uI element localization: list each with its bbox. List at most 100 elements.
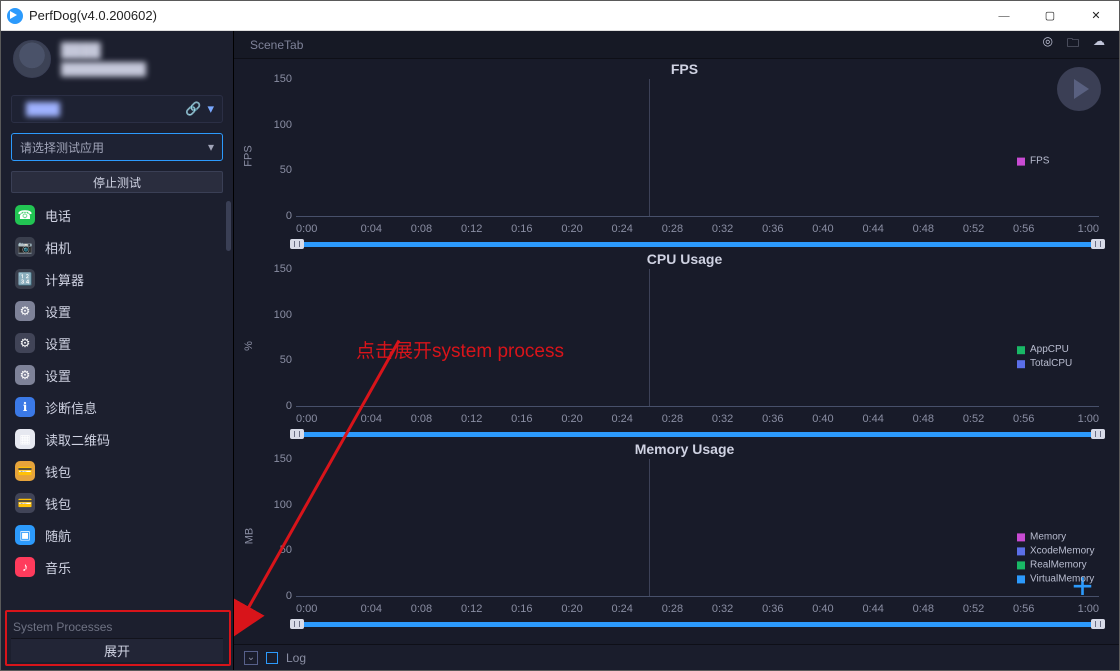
time-range-slider[interactable] [296,619,1099,629]
app-item[interactable]: 💳钱包 [1,487,233,519]
time-range-slider[interactable] [296,429,1099,439]
stop-test-button[interactable]: 停止测试 [11,171,223,193]
chart-legend: MemoryXcodeMemoryRealMemoryVirtualMemory [1017,530,1109,586]
x-tick: 0:04 [346,603,396,617]
slider-handle-left[interactable] [290,429,304,439]
x-tick: 0:20 [547,413,597,427]
app-icon: 💳 [15,461,35,481]
profile-name: ████ [61,42,146,58]
app-item[interactable]: 📷相机 [1,231,233,263]
y-tick: 0 [266,400,292,412]
x-tick: 0:40 [798,413,848,427]
x-tick: 0:20 [547,223,597,237]
slider-handle-right[interactable] [1091,619,1105,629]
x-tick: 0:52 [948,413,998,427]
x-tick: 0:52 [948,223,998,237]
app-icon: ☎ [15,205,35,225]
app-select[interactable]: 请选择测试应用 ▾ [11,133,223,161]
app-item-label: 随航 [45,526,71,545]
cloud-icon[interactable]: ☁ [1093,34,1105,55]
x-tick: 1:00 [1049,413,1099,427]
chart-memory-usage: MBMemory Usage0501001500:000:040:080:120… [238,441,1109,631]
legend-label: Memory [1030,530,1066,544]
app-item[interactable]: ▦ 读取二维码 [1,423,233,455]
app-item[interactable]: ⚙设置 [1,295,233,327]
x-axis: 0:000:040:080:120:160:200:240:280:320:36… [296,603,1099,617]
chart-legend: FPS [1017,155,1109,169]
app-item[interactable]: ⚙ 设置 [1,359,233,391]
app-item[interactable]: ▣随航 [1,519,233,551]
x-tick: 0:44 [848,603,898,617]
app-icon: ⚙ [15,365,35,385]
expand-system-button[interactable]: 展开 [11,638,223,662]
app-item-label: 钱包 [45,462,71,481]
slider-handle-left[interactable] [290,619,304,629]
slider-handle-right[interactable] [1091,239,1105,249]
app-item-label: 设置 [45,334,71,353]
app-item[interactable]: ☎ 电话 [1,199,233,231]
sidebar-scrollbar[interactable] [226,201,231,612]
x-tick: 0:40 [798,603,848,617]
legend-item: FPS [1017,155,1109,169]
folder-icon[interactable]: 🗀 [1067,34,1079,55]
locate-icon[interactable]: ◎ [1043,34,1053,55]
app-icon: ▦ [15,429,35,449]
slider-handle-left[interactable] [290,239,304,249]
expand-system-label: 展开 [104,641,130,660]
device-dropdown-icon[interactable]: ▾ [207,101,214,117]
minimize-button[interactable]: — [981,1,1027,31]
legend-label: VirtualMemory [1030,572,1094,586]
window-titlebar: PerfDog(v4.0.200602) — ▢ ✕ [1,1,1119,31]
link-icon[interactable]: 🔗 [185,101,201,117]
log-collapse-toggle[interactable]: ⌄ [244,651,258,665]
legend-swatch [1017,561,1025,569]
app-item[interactable]: ⚙设置 [1,327,233,359]
app-item[interactable]: 🔢计算器 [1,263,233,295]
legend-swatch [1017,346,1025,354]
app-item-label: 读取二维码 [45,430,110,449]
log-checkbox[interactable] [266,652,278,664]
y-tick: 150 [266,73,292,85]
time-range-slider[interactable] [296,239,1099,249]
x-tick: 0:08 [396,603,446,617]
legend-swatch [1017,547,1025,555]
app-item[interactable]: ℹ诊断信息 [1,391,233,423]
legend-swatch [1017,360,1025,368]
x-tick: 0:52 [948,603,998,617]
time-marker[interactable] [649,459,650,596]
legend-swatch [1017,533,1025,541]
app-item-label: 设置 [45,366,71,385]
x-tick: 0:12 [447,223,497,237]
y-axis-label: FPS [238,61,260,251]
x-tick: 0:16 [497,413,547,427]
x-tick: 0:24 [597,603,647,617]
x-tick: 0:16 [497,603,547,617]
x-tick: 0:00 [296,223,346,237]
time-marker[interactable] [649,269,650,406]
app-item-label: 电话 [45,206,71,225]
legend-label: AppCPU [1030,343,1069,357]
x-axis: 0:000:040:080:120:160:200:240:280:320:36… [296,413,1099,427]
legend-swatch [1017,575,1025,583]
app-item-label: 计算器 [45,270,84,289]
maximize-button[interactable]: ▢ [1027,1,1073,31]
device-select[interactable]: ████ 🔗 ▾ [11,95,223,123]
app-item[interactable]: 💳 钱包 [1,455,233,487]
x-tick: 0:12 [447,603,497,617]
log-label: Log [286,651,306,665]
plot-area[interactable]: 050100150 [296,79,1099,217]
chevron-down-icon: ▾ [208,140,214,154]
time-marker[interactable] [649,79,650,216]
window-title: PerfDog(v4.0.200602) [29,8,157,23]
x-tick: 0:12 [447,413,497,427]
app-item[interactable]: ♪音乐 [1,551,233,583]
scene-tab[interactable]: SceneTab [234,31,319,58]
log-bar: ⌄ Log [234,644,1119,670]
x-tick: 0:40 [798,223,848,237]
x-tick: 0:56 [999,413,1049,427]
x-tick: 0:16 [497,223,547,237]
plot-area[interactable]: 050100150 [296,459,1099,597]
close-button[interactable]: ✕ [1073,1,1119,31]
x-tick: 0:48 [898,223,948,237]
slider-handle-right[interactable] [1091,429,1105,439]
